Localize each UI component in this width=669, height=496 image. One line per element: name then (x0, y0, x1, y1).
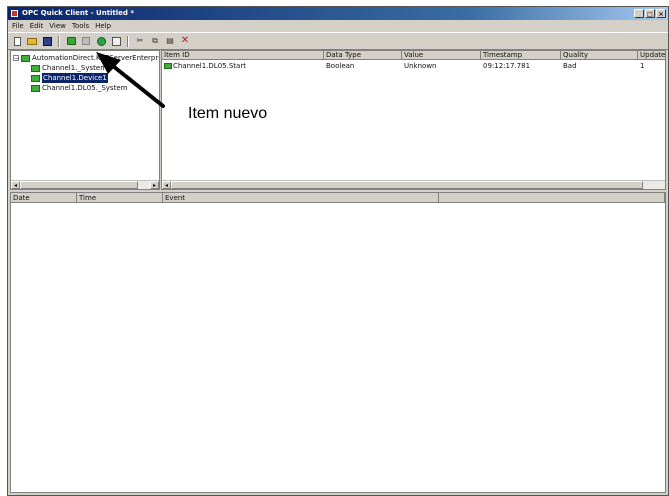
tree-node-label: Channel1.DL05._System (42, 84, 128, 92)
new-server-button[interactable] (65, 35, 77, 47)
tree-node-label: AutomationDirect.KEPServerEnterprise (32, 54, 160, 62)
column-header-update-count[interactable]: Update Count (638, 51, 665, 60)
copy-button[interactable]: ⧉ (149, 35, 161, 47)
annotation-label: Item nuevo (188, 105, 268, 122)
cell-timestamp: 09:12:17.781 (483, 62, 531, 70)
table-row[interactable]: Channel1.DL05.Start (162, 62, 326, 71)
open-button[interactable] (26, 35, 38, 47)
tree-node-label: Channel1.Device1 (42, 73, 108, 83)
new-file-button[interactable] (11, 35, 23, 47)
scroll-left-arrow[interactable]: ◂ (162, 181, 171, 189)
toolbar-separator (58, 35, 60, 47)
items-horizontal-scrollbar[interactable]: ◂ (162, 180, 665, 189)
menu-bar: File Edit View Tools Help (8, 20, 668, 32)
cell-data-type: Boolean (326, 62, 355, 70)
cell-value: Unknown (404, 62, 437, 70)
scroll-thumb[interactable] (171, 181, 643, 189)
tree-node-dl05-system[interactable]: Channel1.DL05._System (31, 83, 127, 93)
cell-update-count: 1 (640, 62, 645, 70)
save-button[interactable] (41, 35, 53, 47)
toolbar: ✂ ⧉ ▤ ✕ (8, 32, 668, 50)
tree-node-root[interactable]: − AutomationDirect.KEPServerEnterprise (13, 53, 160, 63)
properties-button[interactable] (110, 35, 122, 47)
new-item-button[interactable] (95, 35, 107, 47)
tree-node-channel-system[interactable]: Channel1._System (31, 63, 107, 73)
new-group-button[interactable] (80, 35, 92, 47)
column-header-item-id[interactable]: Item ID (162, 51, 324, 60)
cut-button[interactable]: ✂ (134, 35, 146, 47)
scroll-thumb[interactable] (20, 181, 138, 189)
title-bar[interactable]: OPC Quick Client - Untitled * _ □ × (8, 7, 668, 20)
server-icon (21, 54, 30, 62)
column-header-value[interactable]: Value (402, 51, 481, 60)
tree-node-label: Channel1._System (42, 64, 108, 72)
close-button[interactable]: × (656, 9, 666, 18)
group-icon (31, 64, 40, 72)
scroll-left-arrow[interactable]: ◂ (11, 181, 20, 189)
server-tree[interactable]: − AutomationDirect.KEPServerEnterprise C… (10, 50, 160, 190)
column-header-time[interactable]: Time (77, 193, 163, 203)
new-file-icon (13, 36, 21, 46)
tree-node-channel-device[interactable]: Channel1.Device1 (31, 73, 108, 83)
tree-horizontal-scrollbar[interactable]: ◂ ▸ (11, 180, 159, 189)
disk-icon (42, 36, 52, 46)
delete-button[interactable]: ✕ (179, 35, 191, 47)
properties-icon (111, 36, 121, 46)
window-title: OPC Quick Client - Untitled * (22, 9, 135, 17)
column-header-event[interactable]: Event (163, 193, 439, 203)
collapse-icon[interactable]: − (13, 55, 19, 62)
event-log[interactable]: Date Time Event (10, 192, 666, 493)
group-icon (31, 74, 40, 82)
cell-item-id: Channel1.DL05.Start (173, 62, 246, 70)
group-icon (82, 37, 90, 45)
column-header-data-type[interactable]: Data Type (324, 51, 402, 60)
column-header-filler (439, 193, 665, 203)
menu-view[interactable]: View (49, 20, 66, 32)
group-icon (31, 84, 40, 92)
menu-help[interactable]: Help (95, 20, 111, 32)
server-icon (66, 37, 76, 45)
cell-quality: Bad (563, 62, 577, 70)
app-icon (11, 10, 18, 17)
tag-icon (164, 63, 172, 69)
menu-tools[interactable]: Tools (72, 20, 89, 32)
scroll-right-arrow[interactable]: ▸ (150, 181, 159, 189)
folder-icon (27, 37, 37, 45)
toolbar-separator (127, 35, 129, 47)
column-header-timestamp[interactable]: Timestamp (481, 51, 561, 60)
column-header-quality[interactable]: Quality (561, 51, 638, 60)
menu-file[interactable]: File (12, 20, 24, 32)
minimize-button[interactable]: _ (634, 9, 644, 18)
app-window: OPC Quick Client - Untitled * _ □ × File… (7, 6, 669, 496)
new-item-icon (96, 36, 106, 46)
menu-edit[interactable]: Edit (30, 20, 44, 32)
maximize-button[interactable]: □ (645, 9, 655, 18)
paste-button[interactable]: ▤ (164, 35, 176, 47)
column-header-date[interactable]: Date (11, 193, 77, 203)
